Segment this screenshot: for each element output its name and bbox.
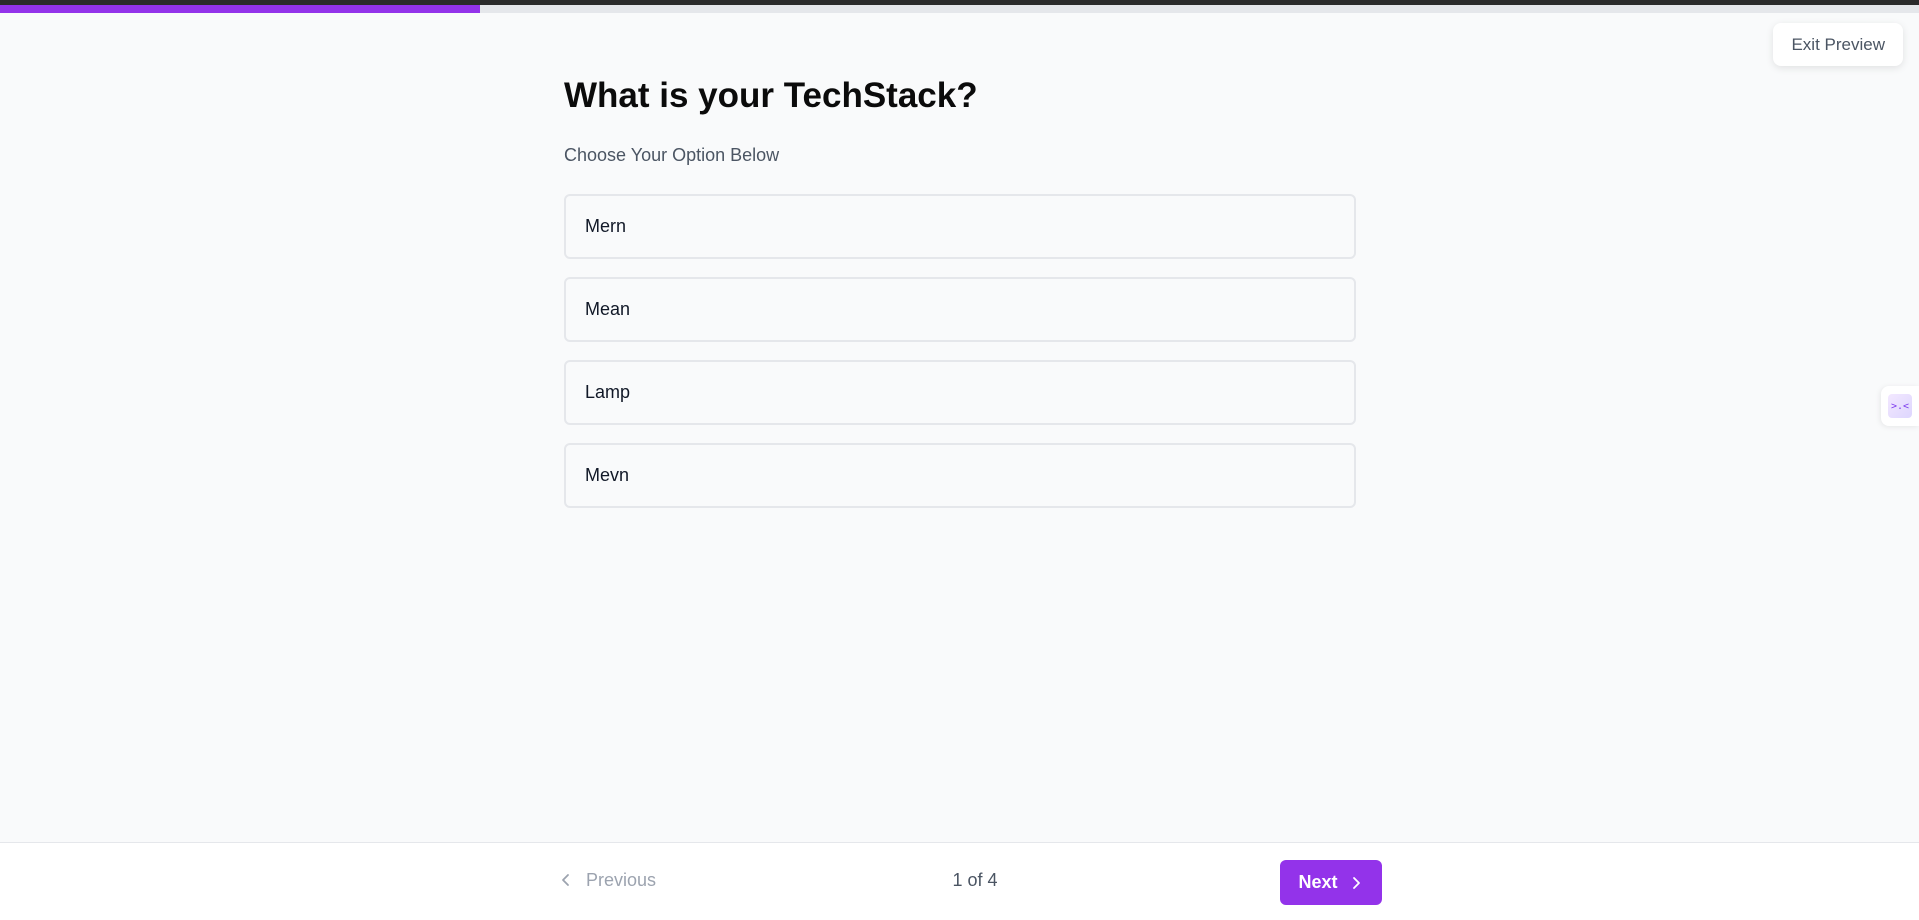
- option-label: Mevn: [585, 465, 630, 485]
- footer-navigation: Previous 1 of 4 Next: [0, 842, 1919, 920]
- side-widget-glyph: >.<: [1890, 400, 1910, 412]
- option-mean[interactable]: Mean: [564, 277, 1356, 342]
- next-label: Next: [1298, 872, 1338, 892]
- progress-bar: [0, 5, 1919, 13]
- chevron-left-icon: [562, 874, 569, 886]
- code-chat-icon: >.<: [1888, 394, 1912, 418]
- option-lamp[interactable]: Lamp: [564, 360, 1356, 425]
- exit-preview-label: Exit Preview: [1791, 34, 1885, 54]
- option-mevn[interactable]: Mevn: [564, 443, 1356, 508]
- option-mern[interactable]: Mern: [564, 194, 1356, 259]
- page-indicator: 1 of 4: [952, 869, 998, 890]
- progress-bar-fill: [0, 5, 480, 13]
- question-title: What is your TechStack?: [564, 76, 978, 115]
- option-label: Mern: [585, 216, 627, 236]
- chevron-right-icon: [1352, 876, 1360, 889]
- option-list: Mern Mean Lamp Mevn: [564, 194, 1356, 508]
- side-widget-button[interactable]: >.<: [1881, 386, 1919, 426]
- previous-label: Previous: [586, 869, 657, 890]
- option-label: Mean: [585, 299, 631, 319]
- previous-button[interactable]: Previous: [558, 860, 656, 900]
- question-subtitle: Choose Your Option Below: [564, 145, 780, 165]
- next-button[interactable]: Next: [1280, 860, 1382, 905]
- question-panel: What is your TechStack? Choose Your Opti…: [564, 70, 1356, 526]
- exit-preview-button[interactable]: Exit Preview: [1773, 23, 1903, 66]
- option-label: Lamp: [585, 382, 631, 402]
